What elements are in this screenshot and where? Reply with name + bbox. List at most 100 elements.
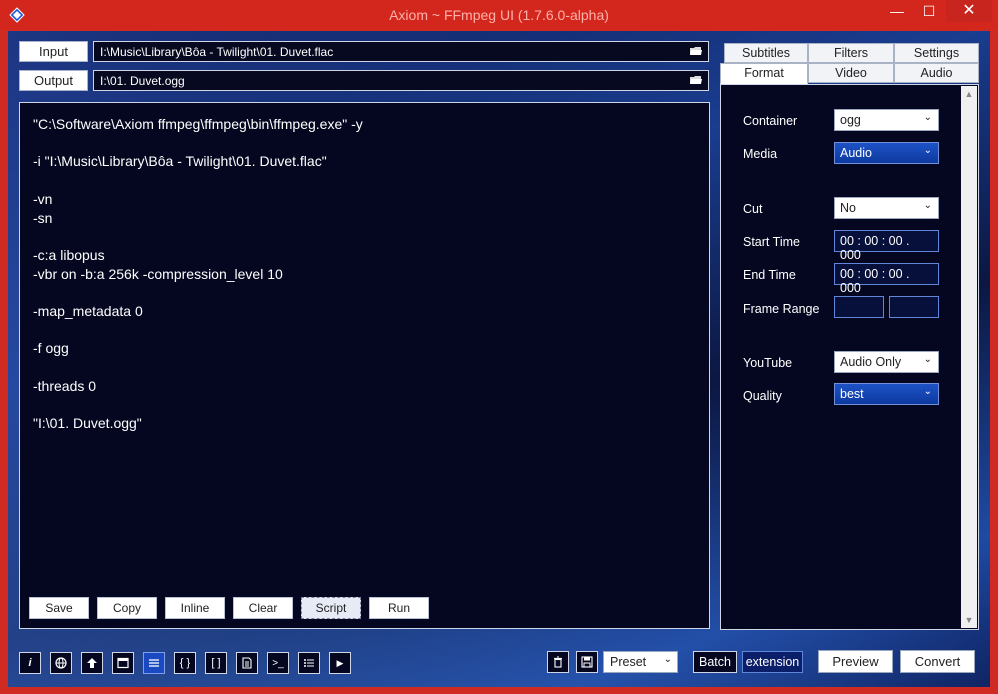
media-select[interactable]: Audio ⌄ [834,142,939,164]
script-line: -threads 0 [33,377,97,394]
script-button[interactable]: Script [301,597,361,619]
options-scrollbar[interactable]: ▲ ▼ [961,86,977,628]
tab-audio[interactable]: Audio [894,63,979,83]
chevron-down-icon: ⌄ [923,354,932,365]
close-button[interactable]: ✕ [946,0,992,22]
scroll-up-icon[interactable]: ▲ [961,86,977,102]
cut-select[interactable]: No ⌄ [834,197,939,219]
list-view-button[interactable] [143,652,165,674]
script-editor[interactable]: "C:\Software\Axiom ffmpeg\ffmpeg\bin\ffm… [19,102,710,629]
script-line: -vbr on -b:a 256k -compression_level 10 [33,265,283,282]
curly-braces-icon: { } [179,657,191,669]
start-time-input[interactable]: 00 : 00 : 00 . 000 [834,230,939,262]
clear-button[interactable]: Clear [233,597,293,619]
window-icon [117,657,129,669]
tab-subtitles[interactable]: Subtitles [724,43,808,63]
script-line [33,171,363,190]
script-line: -map_metadata 0 [33,303,143,320]
brackets-button[interactable]: [ ] [205,652,227,674]
update-button[interactable] [81,652,103,674]
document-button[interactable] [236,652,258,674]
input-path-value: I:\Music\Library\Bôa - Twilight\01. Duve… [100,45,334,59]
globe-icon [55,657,67,669]
script-line: -c:a libopus [33,246,105,263]
folder-open-icon[interactable] [690,46,702,56]
convert-button[interactable]: Convert [900,650,975,673]
script-text: "C:\Software\Axiom ffmpeg\ffmpeg\bin\ffm… [33,115,363,433]
preset-select[interactable]: Preset ⌄ [603,651,678,673]
terminal-icon: >_ [272,658,284,669]
upload-arrow-icon [87,658,97,668]
floppy-disk-icon [581,656,593,668]
output-path-field[interactable]: I:\01. Duvet.ogg [93,70,709,91]
folder-open-icon[interactable] [690,75,702,85]
tab-format[interactable]: Format [720,63,808,84]
quality-label: Quality [743,389,782,403]
script-line [33,396,363,415]
end-time-input[interactable]: 00 : 00 : 00 . 000 [834,263,939,295]
tab-settings[interactable]: Settings [894,43,979,63]
lines-icon [149,659,159,667]
document-icon [242,657,252,669]
copy-button[interactable]: Copy [97,597,157,619]
frame-range-end-input[interactable] [889,296,939,318]
window-button[interactable] [112,652,134,674]
window-title: Axiom ~ FFmpeg UI (1.7.6.0-alpha) [389,7,609,23]
container-select[interactable]: ogg ⌄ [834,109,939,131]
cut-value: No [840,201,856,215]
options-tabs: Subtitles Filters Settings Format Video … [720,43,979,84]
script-line [33,134,363,153]
save-button[interactable]: Save [29,597,89,619]
script-line [33,321,363,340]
script-line [33,283,363,302]
chevron-down-icon: ⌄ [923,145,932,156]
save-preset-button[interactable] [576,651,598,673]
tab-filters[interactable]: Filters [808,43,894,63]
output-button[interactable]: Output [19,70,88,91]
log-list-button[interactable] [298,652,320,674]
run-button[interactable]: Run [369,597,429,619]
console-button[interactable]: >_ [267,652,289,674]
media-label: Media [743,147,778,161]
chevron-down-icon: ⌄ [923,386,932,397]
preview-button[interactable]: Preview [818,650,893,673]
script-line: -i "I:\Music\Library\Bôa - Twilight\01. … [33,153,327,170]
script-line: -vn [33,190,53,207]
script-line: "C:\Software\Axiom ffmpeg\ffmpeg\bin\ffm… [33,116,363,132]
info-button[interactable]: i [19,652,41,674]
chevron-down-icon: ⌄ [663,654,672,665]
input-button[interactable]: Input [19,41,88,62]
square-brackets-icon: [ ] [211,657,221,669]
frame-range-start-input[interactable] [834,296,884,318]
tab-video[interactable]: Video [808,63,894,83]
container-label: Container [743,114,798,128]
play-icon: ▶ [336,658,344,668]
minimize-button[interactable]: — [882,0,912,22]
chevron-down-icon: ⌄ [923,200,932,211]
maximize-button[interactable]: ☐ [914,0,944,22]
bulleted-list-icon [304,659,314,667]
preset-value: Preset [610,655,647,669]
frame-range-label: Frame Range [743,302,820,316]
trash-icon [554,656,562,668]
media-value: Audio [840,146,872,160]
website-button[interactable] [50,652,72,674]
scroll-down-icon[interactable]: ▼ [961,612,977,628]
delete-preset-button[interactable] [547,651,569,673]
script-line: -f ogg [33,340,69,357]
title-bar: Axiom ~ FFmpeg UI (1.7.6.0-alpha) — ☐ ✕ [0,0,998,30]
youtube-label: YouTube [743,356,793,370]
inline-button[interactable]: Inline [165,597,225,619]
batch-button[interactable]: Batch [693,651,737,673]
cut-label: Cut [743,202,763,216]
quality-select[interactable]: best ⌄ [834,383,939,405]
script-line [33,227,363,246]
youtube-select[interactable]: Audio Only ⌄ [834,351,939,373]
play-button[interactable]: ▶ [329,652,351,674]
script-line [33,358,363,377]
input-path-field[interactable]: I:\Music\Library\Bôa - Twilight\01. Duve… [93,41,709,62]
braces-button[interactable]: { } [174,652,196,674]
container-value: ogg [840,113,861,127]
script-line: -sn [33,209,53,226]
script-line: "I:\01. Duvet.ogg" [33,415,142,432]
